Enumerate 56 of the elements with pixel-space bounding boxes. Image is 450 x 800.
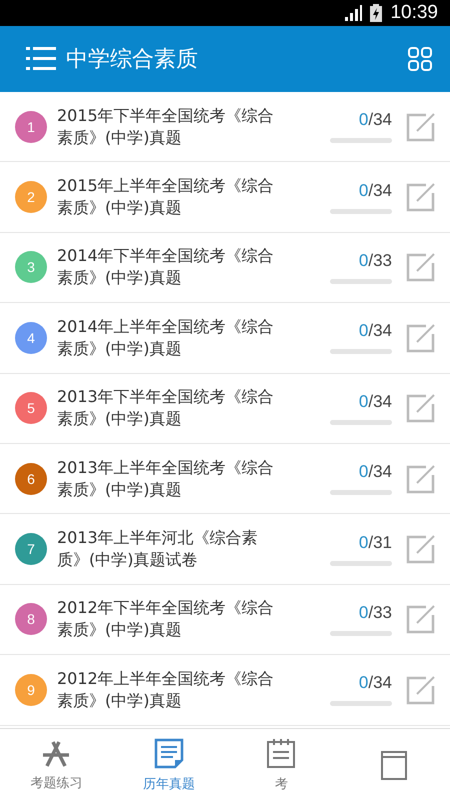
progress-count: 0/34 xyxy=(358,321,392,342)
number-badge: 5 xyxy=(15,392,47,424)
edit-icon[interactable] xyxy=(406,464,436,494)
progress-track xyxy=(330,630,392,636)
progress-count: 0/33 xyxy=(358,250,392,271)
paper-title[interactable]: 2015年下半年全国统考《综合素质》(中学)真题 xyxy=(57,104,289,149)
nav-tab[interactable]: 考 xyxy=(225,729,338,800)
progress-count: 0/33 xyxy=(358,602,392,623)
status-time: 10:39 xyxy=(390,2,438,24)
page-title: 中学综合素质 xyxy=(66,46,199,74)
progress-track xyxy=(330,208,392,214)
progress-count: 0/31 xyxy=(358,532,392,553)
edit-icon[interactable] xyxy=(406,112,436,142)
progress-count: 0/34 xyxy=(358,110,392,130)
progress-count: 0/34 xyxy=(358,462,392,482)
menu-icon[interactable] xyxy=(26,46,56,72)
progress-count: 0/34 xyxy=(358,673,392,694)
edit-icon[interactable] xyxy=(406,534,436,564)
number-badge: 4 xyxy=(15,322,47,354)
edit-icon[interactable] xyxy=(406,252,436,282)
nav-tab[interactable]: 考题练习 xyxy=(0,729,112,800)
progress-count: 0/34 xyxy=(358,392,392,412)
progress-track xyxy=(330,278,392,284)
number-badge: 3 xyxy=(15,251,47,284)
battery-icon xyxy=(370,4,382,22)
progress-track xyxy=(330,420,392,425)
number-badge: 7 xyxy=(15,533,47,566)
notepad-icon xyxy=(265,736,298,768)
number-badge: 1 xyxy=(15,110,47,143)
nav-tab[interactable]: 历年真题 xyxy=(112,729,225,800)
paper-title[interactable]: 2013年上半年全国统考《综合素质》(中学)真题 xyxy=(57,456,289,501)
number-badge: 6 xyxy=(15,462,47,495)
number-badge: 8 xyxy=(15,603,47,636)
edit-icon[interactable] xyxy=(406,182,436,212)
edit-icon[interactable] xyxy=(406,322,436,353)
edit-icon[interactable] xyxy=(406,393,436,424)
grid-icon[interactable] xyxy=(408,47,432,71)
progress-track xyxy=(330,349,392,354)
document-icon xyxy=(152,736,185,768)
paper-title[interactable]: 2014年上半年全国统考《综合素质》(中学)真题 xyxy=(57,316,289,360)
paper-title[interactable]: 2012年上半年全国统考《综合素质》(中学)真题 xyxy=(57,668,289,712)
paper-title[interactable]: 2013年下半年全国统考《综合素质》(中学)真题 xyxy=(57,386,289,430)
progress-track xyxy=(330,490,392,496)
progress-track xyxy=(330,560,392,566)
paper-title[interactable]: 2014年下半年全国统考《综合素质》(中学)真题 xyxy=(57,245,289,290)
progress-track xyxy=(330,701,392,706)
signal-icon xyxy=(344,5,362,21)
progress-track xyxy=(330,138,392,144)
paper-title[interactable]: 2012年下半年全国统考《综合素质》(中学)真题 xyxy=(57,597,289,642)
progress-count: 0/34 xyxy=(358,180,392,201)
number-badge: 2 xyxy=(15,181,47,214)
edit-icon[interactable] xyxy=(406,604,436,634)
number-badge: 9 xyxy=(15,674,47,706)
paper-title[interactable]: 2015年上半年全国统考《综合素质》(中学)真题 xyxy=(57,175,289,220)
edit-icon[interactable] xyxy=(406,674,436,705)
paper-title[interactable]: 2013年上半年河北《综合素质》(中学)真题试卷 xyxy=(57,527,289,572)
